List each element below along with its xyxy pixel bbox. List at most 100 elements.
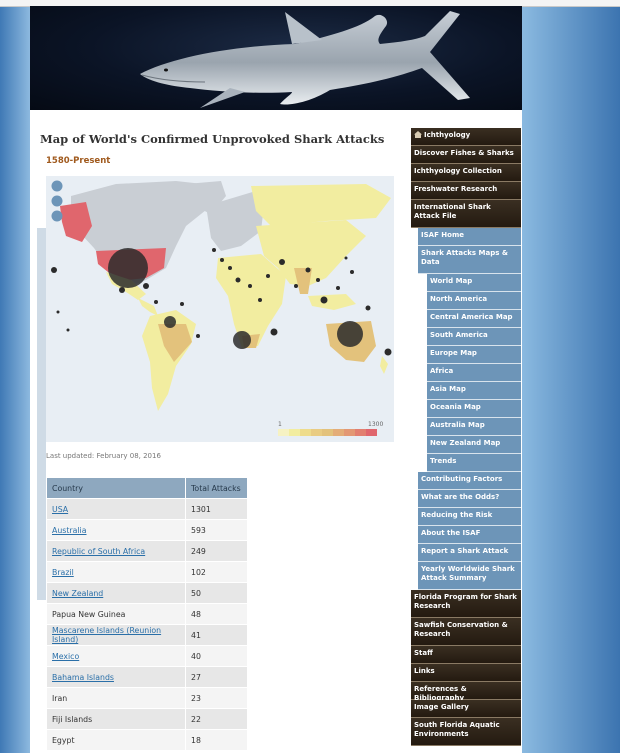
nav-item-label: International Shark Attack File xyxy=(414,203,491,220)
country-cell[interactable]: Mascarene Islands (Reunion Island) xyxy=(46,624,186,646)
nav-item-label: Sawfish Conservation & Research xyxy=(414,621,508,638)
nav-item-florida-program-for-shark-research[interactable]: Florida Program for Shark Research xyxy=(411,590,521,618)
table-row: USA 1301 xyxy=(46,498,248,520)
subnav-gutter xyxy=(37,228,46,600)
nav-item-discover-fishes-sharks[interactable]: Discover Fishes & Sharks xyxy=(411,146,521,164)
nav-item-label: Ichthyology Collection xyxy=(414,167,502,175)
nav-item-label: Links xyxy=(414,667,435,675)
nav-item-label: South America xyxy=(430,331,488,339)
nav-item-links[interactable]: Links xyxy=(411,664,521,682)
country-cell[interactable]: Republic of South Africa xyxy=(46,540,186,562)
total-attacks-cell: 40 xyxy=(185,645,248,667)
attack-bubble-hawaii xyxy=(51,267,57,273)
nav-item-label: Discover Fishes & Sharks xyxy=(414,149,514,157)
nav-item-asia-map[interactable]: Asia Map xyxy=(427,382,521,400)
total-attacks-cell: 50 xyxy=(185,582,248,604)
table-row: Mexico 40 xyxy=(46,645,248,667)
country-cell[interactable]: New Zealand xyxy=(46,582,186,604)
nav-item-label: Yearly Worldwide Shark Attack Summary xyxy=(421,565,515,582)
attack-bubble-mexico xyxy=(119,287,125,293)
nav-item-references-bibliography[interactable]: References & Bibliography xyxy=(411,682,521,702)
total-attacks-cell: 1301 xyxy=(185,498,248,520)
nav-item-oceania-map[interactable]: Oceania Map xyxy=(427,400,521,418)
attack-bubble-australia xyxy=(337,321,363,347)
total-attacks-cell: 18 xyxy=(185,729,248,751)
nav-item-label: World Map xyxy=(430,277,473,285)
total-attacks-cell: 48 xyxy=(185,603,248,625)
new-zealand-land xyxy=(380,356,388,374)
total-attacks-cell: 27 xyxy=(185,666,248,688)
attack-bubble xyxy=(154,300,158,304)
nav-item-label: Report a Shark Attack xyxy=(421,547,509,555)
nav-item-central-america-map[interactable]: Central America Map xyxy=(427,310,521,328)
nav-item-yearly-worldwide-shark-attack-summary[interactable]: Yearly Worldwide Shark Attack Summary xyxy=(418,562,521,590)
nav-item-australia-map[interactable]: Australia Map xyxy=(427,418,521,436)
nav-item-label: Oceania Map xyxy=(430,403,481,411)
nav-item-ichthyology[interactable]: Ichthyology xyxy=(411,128,521,146)
country-cell: Fiji Islands xyxy=(46,708,186,730)
country-cell[interactable]: USA xyxy=(46,498,186,520)
table-row: Australia 593 xyxy=(46,519,248,541)
nav-item-label: South Florida Aquatic Environments xyxy=(414,721,500,738)
attack-bubble xyxy=(235,277,241,283)
shark-banner-image xyxy=(30,6,522,110)
nav-item-reducing-the-risk[interactable]: Reducing the Risk xyxy=(418,508,521,526)
page-background-right xyxy=(520,0,620,753)
attack-bubble-brazil xyxy=(164,316,176,328)
nav-item-contributing-factors[interactable]: Contributing Factors xyxy=(418,472,521,490)
column-header-country: Country xyxy=(46,477,186,499)
nav-item-label: Reducing the Risk xyxy=(421,511,493,519)
home-icon xyxy=(414,131,422,138)
nav-item-label: Shark Attacks Maps & Data xyxy=(421,249,508,266)
nav-item-label: Trends xyxy=(430,457,457,465)
attack-bubble xyxy=(248,284,252,288)
attack-bubble-papua-new-guinea xyxy=(320,296,328,304)
country-cell: Papua New Guinea xyxy=(46,603,186,625)
attack-bubble xyxy=(228,266,232,270)
nav-item-north-america[interactable]: North America xyxy=(427,292,521,310)
table-row: Brazil 102 xyxy=(46,561,248,583)
country-cell[interactable]: Brazil xyxy=(46,561,186,583)
nav-item-south-america[interactable]: South America xyxy=(427,328,521,346)
nav-item-sawfish-conservation-research[interactable]: Sawfish Conservation & Research xyxy=(411,618,521,646)
table-row: Papua New Guinea 48 xyxy=(46,603,248,625)
nav-item-about-the-isaf[interactable]: About the ISAF xyxy=(418,526,521,544)
country-cell[interactable]: Australia xyxy=(46,519,186,541)
nav-item-freshwater-research[interactable]: Freshwater Research xyxy=(411,182,521,200)
indonesia-land xyxy=(308,294,356,310)
nav-item-label: Ichthyology xyxy=(424,131,471,139)
country-cell: Iran xyxy=(46,687,186,709)
nav-item-south-florida-aquatic-environments[interactable]: South Florida Aquatic Environments xyxy=(411,718,521,746)
attack-bubble xyxy=(212,248,216,252)
country-cell[interactable]: Mexico xyxy=(46,645,186,667)
nav-item-trends[interactable]: Trends xyxy=(427,454,521,472)
nav-item-label: Europe Map xyxy=(430,349,477,357)
legend-max-label: 1300 xyxy=(368,421,384,428)
nav-item-isaf-home[interactable]: ISAF Home xyxy=(418,228,521,246)
nav-item-label: About the ISAF xyxy=(421,529,481,537)
zoom-in-button xyxy=(51,180,63,192)
nav-item-label: New Zealand Map xyxy=(430,439,501,447)
attack-bubble xyxy=(56,310,60,314)
russia-land xyxy=(251,184,391,226)
nav-item-world-map[interactable]: World Map xyxy=(427,274,521,292)
nav-item-international-shark-attack-file[interactable]: International Shark Attack File xyxy=(411,200,521,228)
attack-bubble-new-zealand xyxy=(384,348,392,356)
nav-item-staff[interactable]: Staff xyxy=(411,646,521,664)
nav-item-what-are-the-odds[interactable]: What are the Odds? xyxy=(418,490,521,508)
nav-item-image-gallery[interactable]: Image Gallery xyxy=(411,700,521,718)
map-legend xyxy=(278,429,377,436)
attack-bubble xyxy=(305,267,311,273)
country-cell[interactable]: Bahama Islands xyxy=(46,666,186,688)
nav-item-africa[interactable]: Africa xyxy=(427,364,521,382)
nav-item-ichthyology-collection[interactable]: Ichthyology Collection xyxy=(411,164,521,182)
nav-item-new-zealand-map[interactable]: New Zealand Map xyxy=(427,436,521,454)
attacks-table: Country Total Attacks USA 1301 Australia 59… xyxy=(46,477,248,751)
attack-bubble-bahamas xyxy=(143,283,149,289)
attack-bubble-south-africa xyxy=(233,331,251,349)
nav-item-shark-attacks-maps-data[interactable]: Shark Attacks Maps & Data xyxy=(418,246,521,274)
attack-bubble xyxy=(336,286,340,290)
world-map[interactable]: 1 1300 xyxy=(46,176,394,442)
nav-item-europe-map[interactable]: Europe Map xyxy=(427,346,521,364)
nav-item-report-a-shark-attack[interactable]: Report a Shark Attack xyxy=(418,544,521,562)
